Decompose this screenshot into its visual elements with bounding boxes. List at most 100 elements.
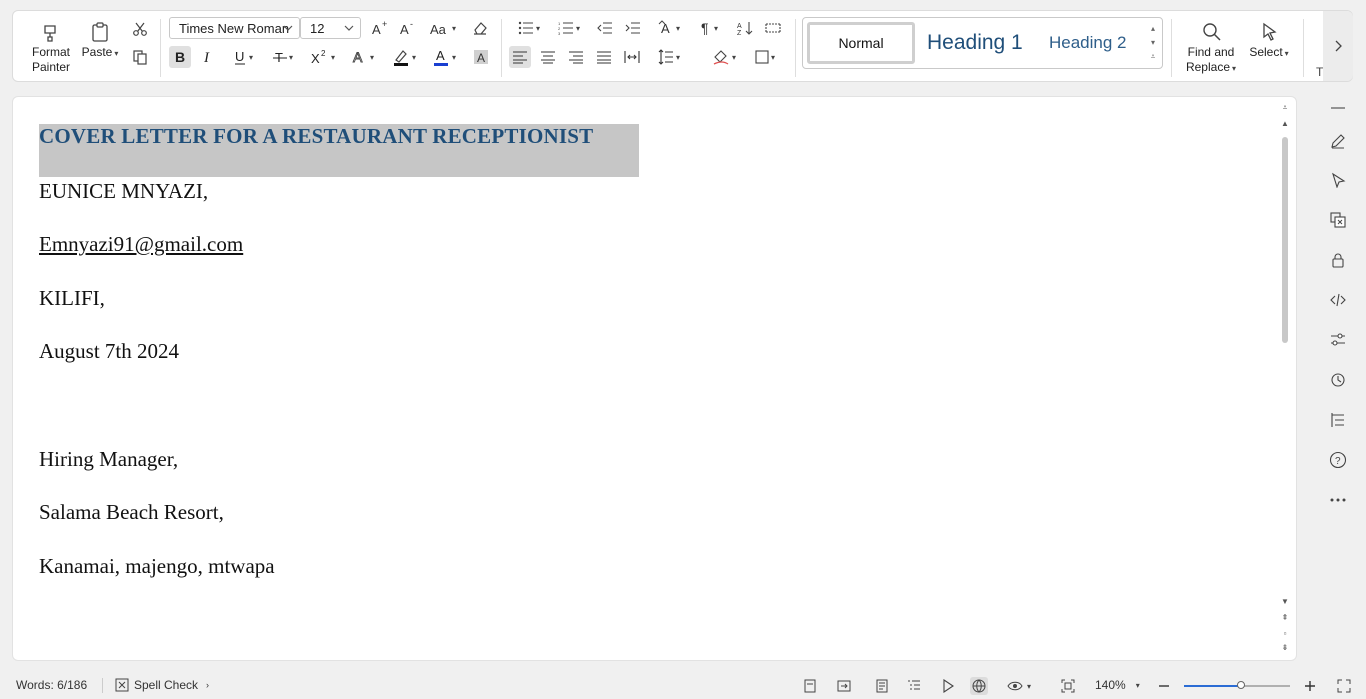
justify-button[interactable] — [593, 46, 615, 68]
scroll-top-icon[interactable]: ⩡ — [1280, 103, 1290, 113]
spell-check-label: Spell Check — [134, 678, 199, 692]
fit-window-icon[interactable] — [1059, 677, 1077, 695]
word-count[interactable]: Words: 6/186 — [16, 678, 87, 692]
text-effect-button[interactable]: A ▾ — [347, 46, 379, 68]
clear-formatting-button[interactable] — [469, 17, 491, 39]
svg-text:?: ? — [1335, 456, 1341, 467]
highlight-color-button[interactable]: ▾ — [387, 46, 421, 68]
chevron-up-icon[interactable]: ▴ — [1148, 22, 1158, 36]
print-layout-icon[interactable] — [873, 677, 891, 695]
zoom-out-button[interactable] — [1155, 677, 1173, 695]
scrollbar-thumb[interactable] — [1282, 137, 1288, 343]
style-heading-1[interactable]: Heading 1 — [927, 31, 1023, 55]
pen-edit-icon[interactable] — [1328, 131, 1348, 151]
settings-sliders-icon[interactable] — [1328, 330, 1348, 350]
previous-page-icon[interactable]: ⇞ — [1280, 613, 1290, 622]
spell-check-icon — [115, 678, 129, 692]
more-options-icon[interactable] — [1328, 490, 1348, 510]
line-spacing-button[interactable]: ▾ — [653, 46, 685, 68]
more-styles-icon[interactable]: ⩡ — [1148, 50, 1158, 64]
format-painter-button[interactable]: Format Painter — [28, 21, 74, 75]
eye-protection-icon[interactable]: ▾ — [1004, 677, 1034, 695]
grow-font-icon: A + — [372, 20, 387, 36]
strikethrough-button[interactable]: T▾ — [267, 46, 299, 68]
document-canvas[interactable]: COVER LETTER FOR A RESTAURANT RECEPTIONI… — [12, 96, 1297, 661]
decrease-indent-button[interactable] — [594, 17, 616, 39]
zoom-in-button[interactable] — [1301, 677, 1319, 695]
style-heading-2[interactable]: Heading 2 — [1049, 33, 1127, 53]
zoom-level-dropdown[interactable]: 140% ▾ — [1095, 678, 1140, 692]
browse-object-icon[interactable]: ▫ — [1280, 629, 1290, 638]
document-paragraph[interactable]: Kanamai, majengo, mtwapa — [39, 554, 275, 579]
document-title[interactable]: COVER LETTER FOR A RESTAURANT RECEPTIONI… — [39, 124, 593, 148]
next-page-icon[interactable]: ⇟ — [1280, 643, 1290, 652]
align-center-button[interactable] — [537, 46, 559, 68]
scroll-up-icon[interactable]: ▲ — [1280, 119, 1290, 128]
help-icon[interactable]: ? — [1328, 450, 1348, 470]
numbering-button[interactable]: 1 2 3 ▾ — [553, 17, 585, 39]
code-icon[interactable] — [1328, 290, 1348, 310]
select-pointer-icon[interactable] — [1328, 170, 1348, 190]
read-mode-icon[interactable] — [835, 677, 853, 695]
text-direction-button[interactable]: A ▾ — [653, 17, 685, 39]
underline-button[interactable]: U ▾ — [227, 46, 259, 68]
text-direction-icon: A — [658, 20, 670, 36]
cut-button[interactable] — [129, 18, 151, 40]
history-icon[interactable] — [1328, 370, 1348, 390]
align-right-button[interactable] — [565, 46, 587, 68]
styles-scroll-controls[interactable]: ▴ ▾ ⩡ — [1148, 22, 1158, 64]
chevron-down-icon[interactable]: ▾ — [1148, 36, 1158, 50]
italic-button[interactable]: I — [197, 46, 219, 68]
zoom-slider[interactable] — [1184, 681, 1290, 689]
document-paragraph[interactable]: Hiring Manager, — [39, 447, 178, 472]
outline-view-icon[interactable] — [905, 677, 923, 695]
find-replace-button[interactable]: Find and Replace ▾ — [1183, 21, 1239, 76]
font-name-value: Times New Roman — [179, 20, 290, 36]
style-normal[interactable]: Normal — [807, 22, 915, 64]
email-link[interactable]: Emnyazi91@gmail.com — [39, 232, 243, 257]
collapse-panel-icon[interactable] — [1328, 98, 1348, 118]
distributed-button[interactable] — [621, 46, 643, 68]
play-icon[interactable] — [939, 677, 957, 695]
shrink-font-icon: A- — [400, 20, 413, 36]
character-shading-button[interactable]: A — [470, 46, 492, 68]
vertical-scrollbar[interactable]: ⩡ ▲ ▼ ⇞ ▫ ⇟ — [1280, 103, 1290, 657]
status-separator — [102, 678, 103, 693]
scroll-down-icon[interactable]: ▼ — [1280, 597, 1290, 606]
shrink-font-button[interactable]: A- — [397, 17, 419, 39]
spell-check-button[interactable]: Spell Check › — [115, 678, 209, 692]
grow-font-button[interactable]: A + — [369, 17, 391, 39]
document-paragraph[interactable]: August 7th 2024 — [39, 339, 179, 364]
show-marks-button[interactable]: ¶ ▾ — [693, 17, 725, 39]
right-side-panel: ? — [1310, 88, 1366, 668]
document-paragraph[interactable]: Salama Beach Resort, — [39, 500, 224, 525]
increase-indent-button[interactable] — [622, 17, 644, 39]
change-case-button[interactable]: Aa ▾ — [426, 17, 460, 39]
superscript-button[interactable]: X 2 ▾ — [307, 46, 339, 68]
copy-remove-icon[interactable] — [1328, 210, 1348, 230]
paste-button[interactable]: Paste ▾ — [80, 21, 120, 61]
zoom-slider-thumb[interactable] — [1237, 681, 1246, 689]
fullscreen-icon[interactable] — [1335, 677, 1353, 695]
lock-icon[interactable] — [1328, 250, 1348, 270]
page-mode-icon[interactable] — [801, 677, 819, 695]
document-paragraph[interactable]: EUNICE MNYAZI, — [39, 179, 208, 204]
sort-button[interactable]: AZ — [734, 17, 756, 39]
ribbon-scroll-right-button[interactable] — [1323, 11, 1353, 81]
select-button[interactable]: Select ▾ — [1246, 21, 1292, 61]
copy-button[interactable] — [129, 46, 151, 68]
table-borders-button[interactable] — [762, 17, 784, 39]
navigation-pane-icon[interactable] — [1328, 410, 1348, 430]
bullets-button[interactable]: ▾ — [513, 17, 545, 39]
shading-button[interactable]: ▾ — [707, 46, 741, 68]
web-layout-icon[interactable] — [970, 677, 988, 695]
bold-button[interactable]: B — [169, 46, 191, 68]
align-left-icon — [513, 51, 527, 64]
font-size-dropdown[interactable]: 12 — [300, 17, 361, 39]
chevron-down-icon: ▾ — [411, 52, 416, 62]
borders-button[interactable]: ▾ — [749, 46, 781, 68]
font-color-button[interactable]: A ▾ — [427, 46, 461, 68]
font-name-dropdown[interactable]: Times New Roman — [169, 17, 300, 39]
align-left-button[interactable] — [509, 46, 531, 68]
document-paragraph[interactable]: KILIFI, — [39, 286, 105, 311]
